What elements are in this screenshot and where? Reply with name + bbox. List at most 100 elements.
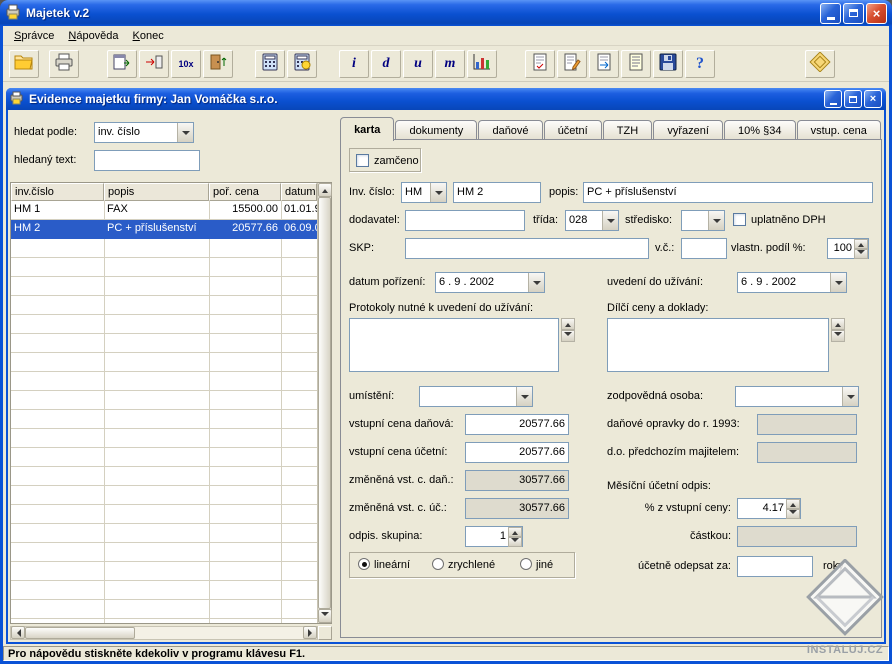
dodavatel-field[interactable]: [405, 210, 525, 231]
spin-down-icon[interactable]: [831, 330, 845, 342]
chevron-down-icon[interactable]: [602, 211, 618, 230]
spin-down-icon[interactable]: [786, 509, 800, 519]
calc-10x-button[interactable]: 10x: [171, 50, 201, 78]
stredisko-combobox[interactable]: [681, 210, 725, 231]
spin-up-icon[interactable]: [831, 318, 845, 330]
chevron-down-icon[interactable]: [842, 387, 858, 406]
protokoly-spinner[interactable]: [561, 318, 575, 342]
spin-up-icon[interactable]: [508, 527, 522, 537]
size-grip[interactable]: [318, 626, 332, 640]
open-folder-button[interactable]: [9, 50, 39, 78]
exit-door-button[interactable]: [203, 50, 233, 78]
chevron-down-icon[interactable]: [430, 183, 446, 202]
column-header-cena[interactable]: poř. cena: [209, 183, 281, 201]
tab-10-34[interactable]: 10% §34: [724, 120, 796, 140]
spin-down-icon[interactable]: [561, 330, 575, 342]
chevron-down-icon[interactable]: [177, 123, 193, 142]
inv-type-combobox[interactable]: HM: [401, 182, 447, 203]
tab-karta[interactable]: karta: [340, 117, 394, 141]
inv-number-field[interactable]: HM 2: [453, 182, 541, 203]
scroll-right-button[interactable]: [303, 626, 317, 639]
spin-down-icon[interactable]: [854, 249, 868, 259]
umisteni-combobox[interactable]: [419, 386, 533, 407]
help-button[interactable]: ?: [685, 50, 715, 78]
transfer-button[interactable]: [139, 50, 169, 78]
print-button[interactable]: [49, 50, 79, 78]
table-row[interactable]: HM 1 FAX 15500.00 01.01.95: [11, 201, 317, 220]
maximize-button[interactable]: [843, 3, 864, 24]
vertical-scroll-thumb[interactable]: [318, 197, 331, 609]
spin-up-icon[interactable]: [786, 499, 800, 509]
spin-up-icon[interactable]: [854, 239, 868, 249]
title-bar[interactable]: Majetek v.2 ×: [0, 0, 892, 26]
tab-tzh[interactable]: TZH: [603, 120, 653, 140]
tab-ucetni[interactable]: účetní: [544, 120, 602, 140]
scroll-down-button[interactable]: [318, 609, 332, 623]
chevron-down-icon[interactable]: [830, 273, 846, 292]
dilci-textarea[interactable]: [607, 318, 829, 372]
open-doc-button[interactable]: [589, 50, 619, 78]
datum-porizeni-picker[interactable]: 6 . 9 . 2002: [435, 272, 545, 293]
procento-spinner[interactable]: 4.17: [737, 498, 801, 519]
vc-danova-field[interactable]: 20577.66: [465, 414, 569, 435]
horizontal-scrollbar[interactable]: [10, 626, 318, 640]
search-text-input[interactable]: [94, 150, 200, 171]
uvedeni-picker[interactable]: 6 . 9 . 2002: [737, 272, 847, 293]
chart-button[interactable]: [467, 50, 497, 78]
tab-dokumenty[interactable]: dokumenty: [395, 120, 477, 140]
edit-doc-button[interactable]: [557, 50, 587, 78]
search-by-combobox[interactable]: inv. číslo: [94, 122, 194, 143]
column-header-popis[interactable]: popis: [104, 183, 209, 201]
tab-vyrazeni[interactable]: vyřazení: [653, 120, 723, 140]
child-minimize-button[interactable]: [824, 90, 842, 108]
dilci-spinner[interactable]: [831, 318, 845, 342]
dph-checkbox[interactable]: [733, 213, 746, 226]
table-row-selected[interactable]: HM 2 PC + příslušenství 20577.66 06.09.0…: [11, 220, 317, 239]
trida-combobox[interactable]: 028: [565, 210, 619, 231]
protokoly-textarea[interactable]: [349, 318, 559, 372]
calculator-coin-button[interactable]: [287, 50, 317, 78]
chevron-down-icon[interactable]: [708, 211, 724, 230]
form-export-button[interactable]: [107, 50, 137, 78]
menu-napoveda[interactable]: Nápověda: [61, 28, 125, 44]
column-header-inv[interactable]: inv.číslo: [11, 183, 104, 201]
vc-ucetni-field[interactable]: 20577.66: [465, 442, 569, 463]
diamond-button[interactable]: [805, 50, 835, 78]
close-button[interactable]: ×: [866, 3, 887, 24]
child-restore-button[interactable]: [844, 90, 862, 108]
calculator-button[interactable]: [255, 50, 285, 78]
child-close-button[interactable]: ×: [864, 90, 882, 108]
locked-checkbox[interactable]: [356, 154, 369, 167]
letter-i-button[interactable]: i: [339, 50, 369, 78]
spin-down-icon[interactable]: [508, 537, 522, 547]
odpis-spinner[interactable]: 1: [465, 526, 523, 547]
letter-m-button[interactable]: m: [435, 50, 465, 78]
scroll-up-button[interactable]: [318, 183, 332, 197]
notes-button[interactable]: [621, 50, 651, 78]
skp-field[interactable]: [405, 238, 649, 259]
vc-field[interactable]: [681, 238, 727, 259]
radio-jine[interactable]: jiné: [520, 558, 553, 571]
column-header-datum[interactable]: datum p: [281, 183, 317, 201]
save-button[interactable]: [653, 50, 683, 78]
radio-linearni[interactable]: lineární: [358, 558, 410, 571]
horizontal-scroll-thumb[interactable]: [25, 627, 135, 639]
tab-danove[interactable]: daňové: [478, 120, 542, 140]
menu-konec[interactable]: Konec: [126, 28, 171, 44]
minimize-button[interactable]: [820, 3, 841, 24]
podil-spinner[interactable]: 100: [827, 238, 869, 259]
osoba-combobox[interactable]: [735, 386, 859, 407]
report-button[interactable]: [525, 50, 555, 78]
child-title-bar[interactable]: Evidence majetku firmy: Jan Vomáčka s.r.…: [6, 88, 886, 110]
letter-u-button[interactable]: u: [403, 50, 433, 78]
menu-spravce[interactable]: Správce: [7, 28, 61, 44]
chevron-down-icon[interactable]: [516, 387, 532, 406]
vertical-scrollbar[interactable]: [317, 183, 331, 623]
popis-field[interactable]: PC + příslušenství: [583, 182, 873, 203]
scroll-left-button[interactable]: [11, 626, 25, 639]
letter-d-button[interactable]: d: [371, 50, 401, 78]
spin-up-icon[interactable]: [561, 318, 575, 330]
tab-vstup-cena[interactable]: vstup. cena: [797, 120, 881, 140]
chevron-down-icon[interactable]: [528, 273, 544, 292]
radio-zrychlene[interactable]: zrychlené: [432, 558, 495, 571]
